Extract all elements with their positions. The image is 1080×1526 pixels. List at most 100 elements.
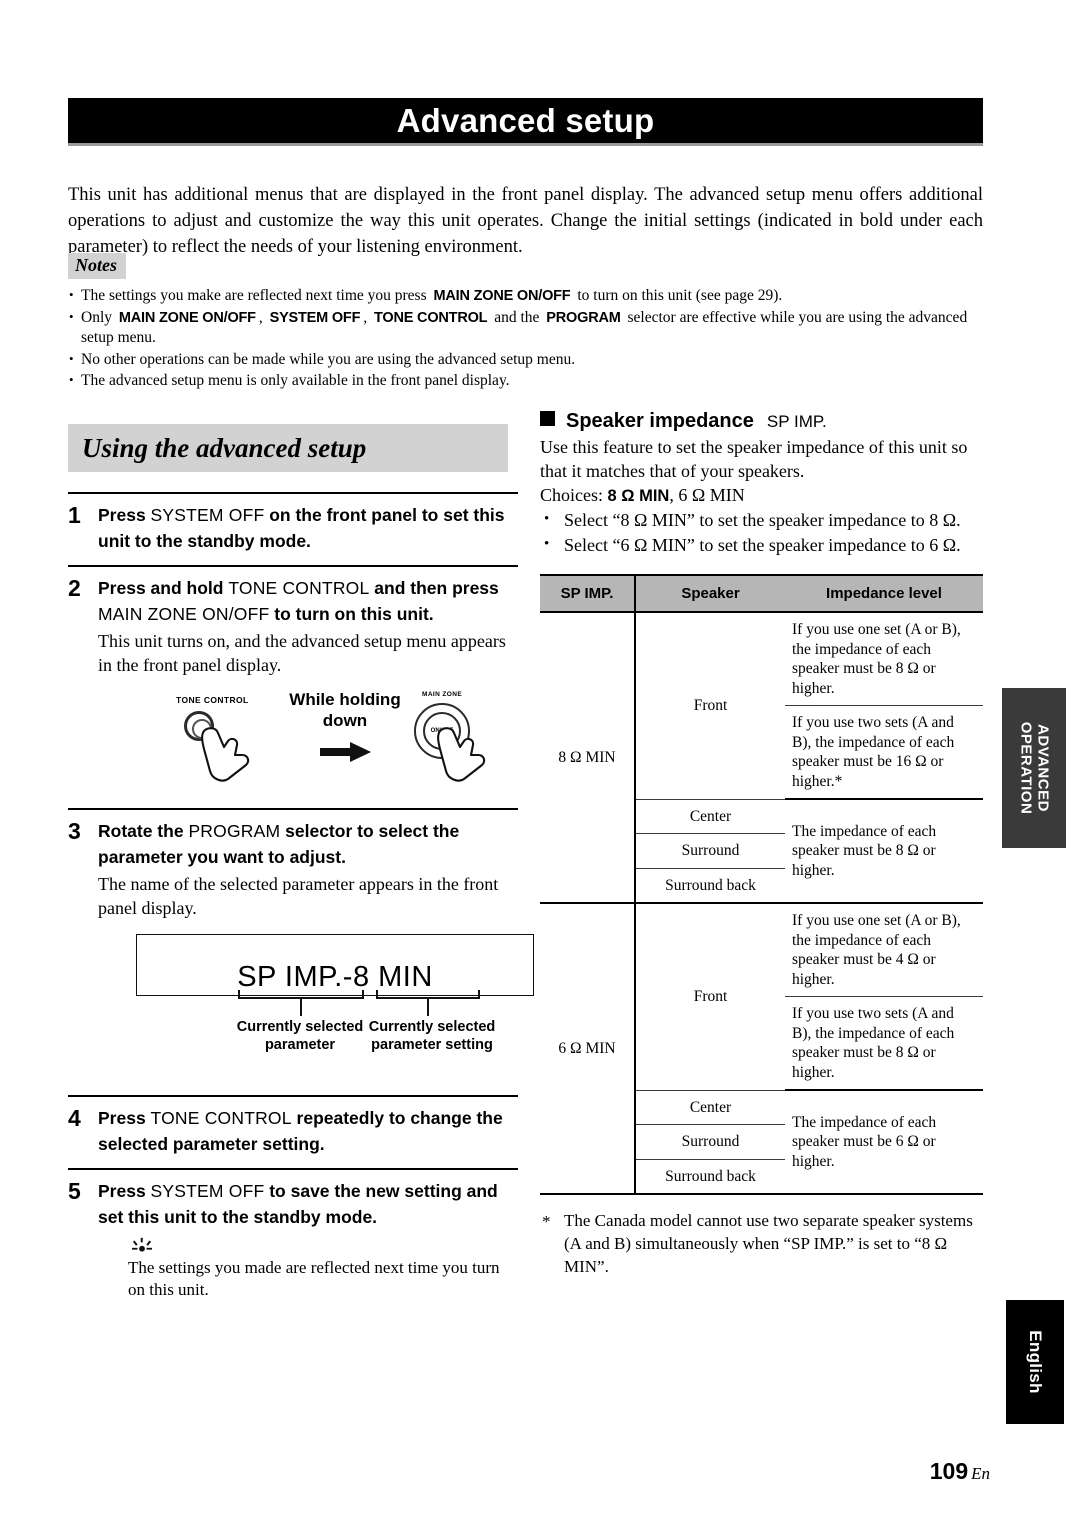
control-label: MAIN ZONE ON/OFF <box>118 309 256 326</box>
side-tab-language: English <box>1006 1300 1064 1424</box>
cell-speaker: Center <box>635 799 785 834</box>
step-4-number: 4 <box>68 1105 81 1131</box>
step-2: 2 Press and hold TONE CONTROL and then p… <box>68 565 518 808</box>
speaker-impedance-heading: Speaker impedance SP IMP. <box>540 410 983 433</box>
step-3-number: 3 <box>68 818 81 844</box>
note-text: and the <box>490 308 544 326</box>
table-row: 6 Ω MIN Front If you use one set (A or B),… <box>540 903 983 1195</box>
choices-label: Choices: <box>540 485 603 505</box>
steps-column: 1 Press SYSTEM OFF on the front panel to… <box>68 492 534 1312</box>
step-text: to turn on this unit. <box>269 603 434 624</box>
choices-default: 8 Ω MIN <box>607 487 670 505</box>
page-title-bar: Advanced setup <box>68 98 983 146</box>
note-text: , <box>258 308 267 326</box>
note-item: No other operations can be made while yo… <box>68 349 983 371</box>
table-row: 8 Ω MIN Front If you use one set (A or B),… <box>540 612 983 904</box>
step-3: 3 Rotate the PROGRAM selector to select … <box>68 808 534 1095</box>
step-2-description: This unit turns on, and the advanced set… <box>98 631 506 675</box>
leader-line-setting <box>427 999 429 1016</box>
side-tab-advanced-operation-label: ADVANCED OPERATION <box>1017 721 1051 815</box>
cell-impedance-level: If you use one set (A or B), the impedan… <box>785 903 983 997</box>
side-tab-advanced-operation: ADVANCED OPERATION <box>1002 688 1066 848</box>
control-name: MAIN ZONE ON/OFF <box>98 603 270 624</box>
tip-block: The settings you made are reflected next… <box>98 1236 518 1301</box>
square-bullet-icon <box>540 411 555 426</box>
cell-speaker-front: Front <box>635 612 785 800</box>
pointing-hand-icon-2 <box>437 727 486 782</box>
cell-impedance-level: The impedance of each speaker must be 8 … <box>785 799 983 904</box>
step-text: Press <box>98 505 151 525</box>
section-heading: Using the advanced setup <box>82 432 367 463</box>
step-text: Press and hold <box>98 578 229 598</box>
arrow-right-icon <box>320 742 371 762</box>
control-name: TONE CONTROL <box>228 578 370 598</box>
speaker-impedance-choices: Choices: 8 Ω MIN, 6 Ω MIN <box>540 483 983 508</box>
cell-impedance-level: The impedance of each speaker must be 6 … <box>785 1090 983 1195</box>
note-text: , <box>363 308 371 326</box>
main-zone-knob-label: MAIN ZONE <box>422 691 463 698</box>
tip-lightbulb-icon <box>132 1237 152 1252</box>
control-label: TONE CONTROL <box>374 309 488 326</box>
notes-badge: Notes <box>68 253 126 279</box>
step-text: Press <box>98 1108 151 1128</box>
while-holding-down-label: While holding down <box>289 690 401 730</box>
step-text: Rotate the <box>98 821 189 841</box>
section-heading-bar: Using the advanced setup <box>68 424 508 472</box>
step-5-title: Press SYSTEM OFF to save the new setting… <box>98 1179 518 1230</box>
bracket-setting <box>376 990 480 999</box>
note-text: to turn on this unit (see page 29). <box>573 287 783 304</box>
step-4: 4 Press TONE CONTROL repeatedly to chang… <box>68 1095 518 1168</box>
caption-currently-selected-setting: Currently selected parameter setting <box>368 1019 496 1053</box>
front-panel-display-figure: SP IMP.-8 MIN Currently selected paramete… <box>98 934 534 1084</box>
step-3-title: Rotate the PROGRAM selector to select th… <box>98 819 518 870</box>
impedance-footnote: * The Canada model cannot use two separa… <box>540 1209 983 1278</box>
note-text: The settings you make are reflected next… <box>81 287 431 304</box>
note-text: Only <box>81 308 116 326</box>
leader-line-parameter <box>300 999 302 1016</box>
tone-control-knob-label: TONE CONTROL <box>176 695 249 705</box>
page-language-suffix: En <box>971 1464 990 1483</box>
note-item: The advanced setup menu is only availabl… <box>68 370 983 392</box>
header-impedance-level: Impedance level <box>785 574 983 613</box>
speaker-impedance-code: SP IMP. <box>766 412 827 431</box>
page-footer: 109 En <box>0 1458 1080 1485</box>
cell-speaker-front: Front <box>635 903 785 1091</box>
note-item: The settings you make are reflected next… <box>68 285 983 307</box>
step-5: 5 Press SYSTEM OFF to save the new setti… <box>68 1168 518 1312</box>
control-label: MAIN ZONE ON/OFF <box>433 288 571 304</box>
page-number: 109 <box>929 1458 969 1484</box>
cell-sp-imp: 6 Ω MIN <box>540 903 636 1195</box>
front-panel-display-box: SP IMP.-8 MIN <box>136 934 534 996</box>
tip-text: The settings you made are reflected next… <box>128 1258 500 1299</box>
step-text: Press <box>98 1181 151 1201</box>
page-title: Advanced setup <box>396 101 655 139</box>
speaker-impedance-column: Speaker impedance SP IMP. Use this featu… <box>540 410 983 1278</box>
pointing-hand-icon <box>201 727 250 782</box>
notes-section: Notes The settings you make are reflecte… <box>68 253 983 393</box>
speaker-impedance-description: Use this feature to set the speaker impe… <box>540 437 968 481</box>
impedance-table: SP IMP. Speaker Impedance level 8 Ω MIN F… <box>540 574 983 1195</box>
control-label: SYSTEM OFF <box>269 309 361 326</box>
notes-list: The settings you make are reflected next… <box>68 285 983 392</box>
bracket-parameter <box>238 990 364 999</box>
step-text: and then press <box>369 578 499 598</box>
note-text: No other operations can be made while yo… <box>81 350 576 368</box>
cell-speaker: Center <box>635 1090 785 1125</box>
press-and-hold-diagram: TONE CONTROL While holding down MAIN ZONE… <box>98 689 518 797</box>
step-1: 1 Press SYSTEM OFF on the front panel to… <box>68 492 518 565</box>
control-name: TONE CONTROL <box>150 1108 292 1128</box>
cell-speaker: Surround back <box>635 1159 785 1195</box>
footnote-marker: * <box>542 1212 551 1231</box>
speaker-impedance-title: Speaker impedance <box>566 410 754 432</box>
speaker-impedance-bullets: Select “8 Ω MIN” to set the speaker impe… <box>540 507 983 558</box>
cell-speaker: Surround back <box>635 868 785 904</box>
note-item: Only MAIN ZONE ON/OFF, SYSTEM OFF, TONE … <box>68 307 983 349</box>
header-speaker: Speaker <box>635 574 785 613</box>
cell-impedance-level: If you use two sets (A and B), the imped… <box>785 705 983 800</box>
impedance-table-header-row: SP IMP. Speaker Impedance level <box>540 574 983 613</box>
cell-speaker: Surround <box>635 1124 785 1160</box>
cell-impedance-level: If you use one set (A or B), the impedan… <box>785 612 983 706</box>
cell-sp-imp: 8 Ω MIN <box>540 612 636 904</box>
step-5-number: 5 <box>68 1178 81 1204</box>
step-4-title: Press TONE CONTROL repeatedly to change … <box>98 1106 518 1157</box>
